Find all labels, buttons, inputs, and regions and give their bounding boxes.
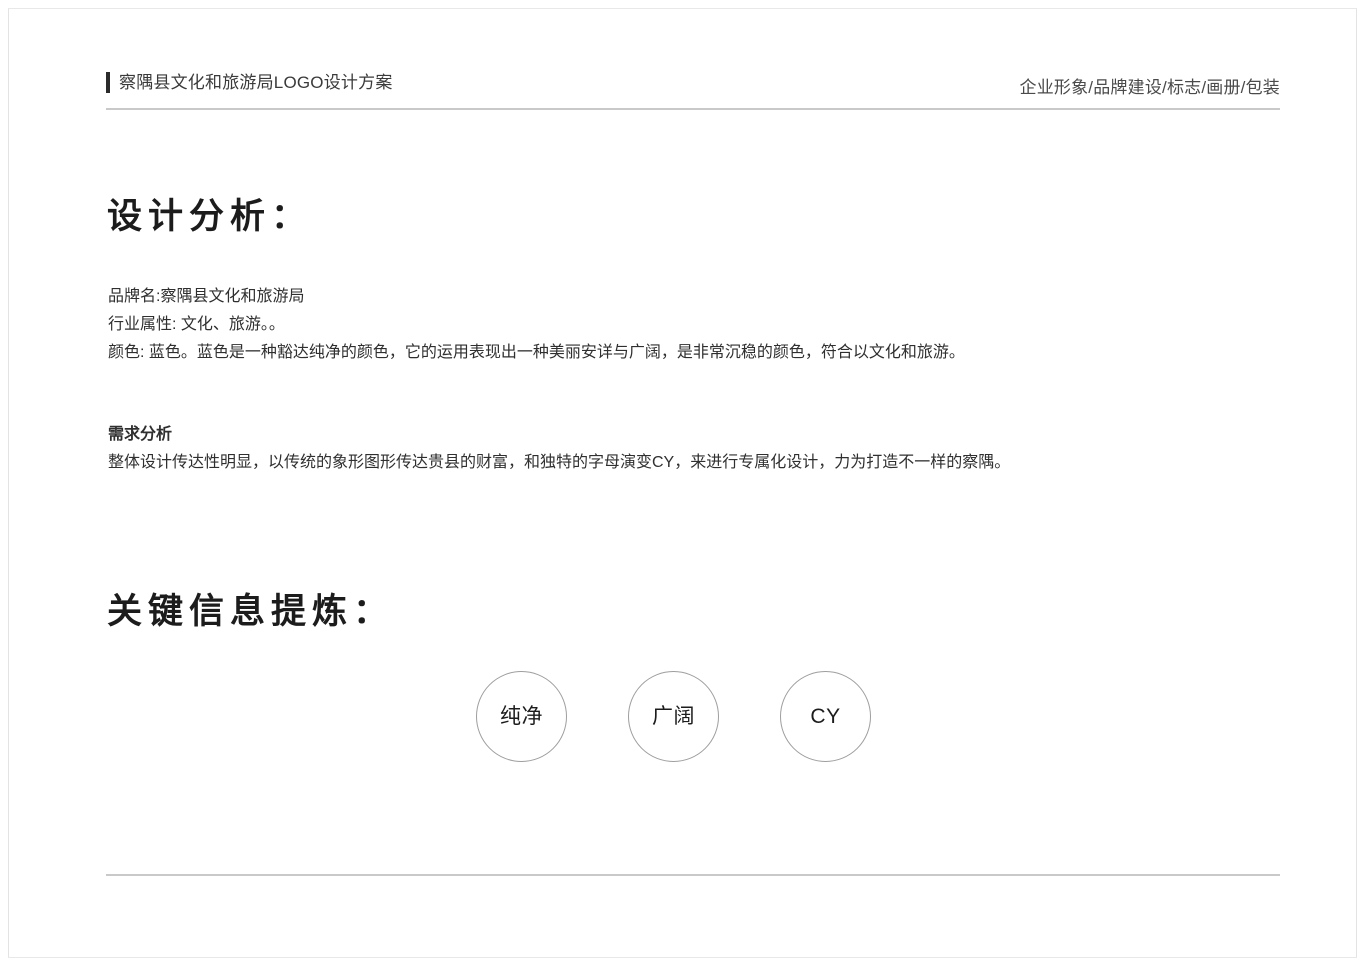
presentation-page: 察隅县文化和旅游局LOGO设计方案 企业形象/品牌建设/标志/画册/包装 设计分… [0, 0, 1366, 966]
accent-bar-icon [106, 72, 110, 93]
industry-line: 行业属性: 文化、旅游。。 [108, 316, 285, 333]
footer-divider [106, 874, 1280, 876]
brand-name-line: 品牌名:察隅县文化和旅游局 [108, 288, 305, 305]
color-line: 颜色: 蓝色。蓝色是一种豁达纯净的颜色，它的运用表现出一种美丽安详与广阔，是非常… [108, 344, 965, 361]
header-divider [106, 108, 1280, 110]
design-analysis-body: 品牌名:察隅县文化和旅游局 行业属性: 文化、旅游。。 颜色: 蓝色。蓝色是一种… [108, 283, 965, 367]
header-title-group: 察隅县文化和旅游局LOGO设计方案 [106, 72, 393, 93]
keyword-label-3: CY [810, 705, 841, 728]
keyword-label-2: 广阔 [652, 705, 695, 728]
keyword-circle-2: 广阔 [628, 671, 719, 762]
demand-analysis-text: 整体设计传达性明显，以传统的象形图形传达贵县的财富，和独特的字母演变CY，来进行… [108, 454, 1011, 471]
page-border-bottom [8, 957, 1357, 958]
page-header: 察隅县文化和旅游局LOGO设计方案 企业形象/品牌建设/标志/画册/包装 [106, 72, 1280, 98]
demand-analysis-body: 需求分析 整体设计传达性明显，以传统的象形图形传达贵县的财富，和独特的字母演变C… [108, 421, 1010, 477]
header-categories: 企业形象/品牌建设/标志/画册/包装 [1019, 78, 1280, 97]
keyword-circle-group: 纯净 广阔 CY [476, 671, 871, 762]
section-heading-design-analysis: 设计分析： [107, 197, 313, 236]
keyword-label-1: 纯净 [500, 705, 543, 728]
header-title: 察隅县文化和旅游局LOGO设计方案 [119, 73, 393, 92]
keyword-circle-1: 纯净 [476, 671, 567, 762]
page-border-left [8, 8, 9, 958]
section-heading-key-info: 关键信息提炼： [107, 592, 395, 631]
page-border-top [8, 8, 1357, 9]
keyword-circle-3: CY [780, 671, 871, 762]
demand-analysis-heading: 需求分析 [108, 426, 173, 443]
page-border-right [1356, 8, 1357, 958]
